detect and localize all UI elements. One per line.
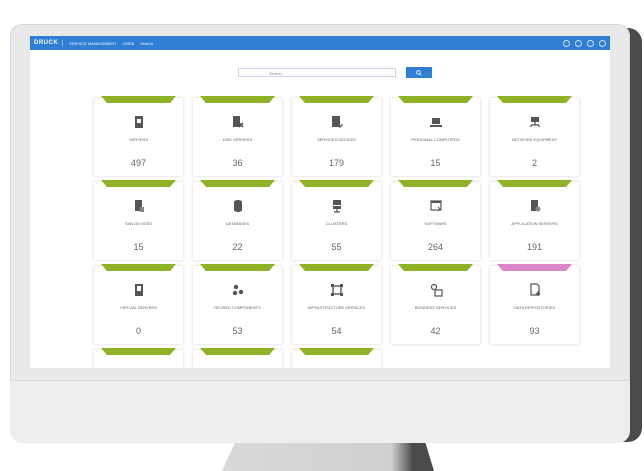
card-label: BUSINESS SERVICES xyxy=(414,305,457,310)
asset-card[interactable]: DISK SERVERS 36 xyxy=(193,96,282,176)
asset-card-partial[interactable] xyxy=(292,348,381,368)
card-ribbon xyxy=(398,180,473,187)
card-ribbon xyxy=(200,96,275,103)
server-edit-icon xyxy=(292,115,381,129)
card-count: 497 xyxy=(130,158,147,168)
card-label: DATABASES xyxy=(225,221,250,226)
card-count: 179 xyxy=(328,158,345,168)
asset-card[interactable]: SERVICES DEVICES 179 xyxy=(292,96,381,176)
search-icon xyxy=(416,69,422,76)
asset-card[interactable]: SAN DEVICES 15 xyxy=(94,180,183,260)
card-label: SAN DEVICES xyxy=(125,221,152,226)
card-count: 55 xyxy=(331,242,342,252)
app-logo[interactable]: DRUCK xyxy=(34,40,64,46)
asset-card[interactable]: CLUSTERS 55 xyxy=(292,180,381,260)
business-services-icon xyxy=(391,283,480,297)
search-bar: Search xyxy=(60,67,610,78)
database-icon xyxy=(193,199,282,213)
network-equipment-icon xyxy=(490,115,579,129)
card-label: DATA REPOSITORIES xyxy=(514,305,555,310)
card-label: VIRTUAL SERVERS xyxy=(120,305,157,310)
asset-card[interactable]: NETWORK EQUIPMENT 2 xyxy=(490,96,579,176)
screen: DRUCK SERVICE MANAGEMENT CMDB Search Sea… xyxy=(30,36,610,368)
infrastructure-icon xyxy=(292,283,381,297)
card-ribbon xyxy=(497,180,572,187)
card-ribbon xyxy=(299,348,374,355)
card-label: SERVERS xyxy=(128,137,149,142)
help-icon[interactable] xyxy=(587,39,594,47)
software-window-icon xyxy=(391,199,480,213)
card-label: REUSED COMPONENTS xyxy=(214,305,261,310)
card-ribbon xyxy=(101,348,176,355)
asset-card-partial[interactable] xyxy=(193,348,282,368)
virtual-server-icon xyxy=(94,283,183,297)
document-download-icon xyxy=(490,283,579,297)
toolbar-icons xyxy=(563,39,606,47)
asset-card[interactable]: INFRASTRUCTURE SERVICES 54 xyxy=(292,264,381,344)
card-count: 22 xyxy=(232,242,243,252)
card-ribbon xyxy=(299,96,374,103)
card-ribbon xyxy=(200,348,275,355)
card-ribbon xyxy=(200,264,275,271)
card-ribbon xyxy=(101,264,176,271)
card-count: 42 xyxy=(430,326,441,336)
card-count: 53 xyxy=(232,326,243,336)
card-count: 15 xyxy=(430,158,441,168)
asset-card[interactable]: REUSED COMPONENTS 53 xyxy=(193,264,282,344)
card-label: APPLICATION SERVERS xyxy=(511,221,558,226)
document-server-icon xyxy=(94,199,183,213)
card-label: DISK SERVERS xyxy=(222,137,253,142)
asset-card[interactable]: VIRTUAL SERVERS 0 xyxy=(94,264,183,344)
asset-card-partial[interactable] xyxy=(94,348,183,368)
card-ribbon xyxy=(101,180,176,187)
asset-card[interactable]: BUSINESS SERVICES 42 xyxy=(391,264,480,344)
laptop-icon xyxy=(391,115,480,129)
notification-icon[interactable] xyxy=(563,39,570,47)
top-bar: DRUCK SERVICE MANAGEMENT CMDB Search xyxy=(30,36,610,50)
asset-card[interactable]: APPLICATION SERVERS 191 xyxy=(490,180,579,260)
decommissioned-server-icon xyxy=(193,115,282,129)
card-count: 191 xyxy=(526,242,543,252)
card-label: SOFTWARE xyxy=(424,221,447,226)
nav-search[interactable]: Search xyxy=(140,41,153,46)
card-label: SERVICES DEVICES xyxy=(317,137,356,142)
card-label: NETWORK EQUIPMENT xyxy=(511,137,558,142)
search-button[interactable] xyxy=(406,67,432,78)
application-server-icon xyxy=(490,199,579,213)
card-ribbon xyxy=(497,96,572,103)
server-icon xyxy=(94,115,183,129)
user-icon[interactable] xyxy=(599,39,606,47)
asset-card[interactable]: PERSONAL COMPUTERS 15 xyxy=(391,96,480,176)
card-ribbon xyxy=(101,96,176,103)
card-ribbon xyxy=(398,96,473,103)
card-count: 264 xyxy=(427,242,444,252)
monitor-stand xyxy=(222,443,434,471)
settings-icon[interactable] xyxy=(575,39,582,47)
card-count: 0 xyxy=(135,326,141,336)
components-icon xyxy=(193,283,282,297)
nav-cmdb[interactable]: CMDB xyxy=(122,41,134,46)
card-count: 93 xyxy=(529,326,540,336)
search-input[interactable]: Search xyxy=(238,68,396,77)
asset-card[interactable]: SERVERS 497 xyxy=(94,96,183,176)
card-count: 36 xyxy=(232,158,243,168)
asset-card[interactable]: DATA REPOSITORIES 93 xyxy=(490,264,579,344)
card-ribbon xyxy=(299,180,374,187)
card-ribbon xyxy=(200,180,275,187)
card-count: 15 xyxy=(133,242,144,252)
card-label: INFRASTRUCTURE SERVICES xyxy=(307,305,366,310)
card-ribbon xyxy=(497,264,572,271)
cluster-icon xyxy=(292,199,381,213)
card-grid: SERVERS 497 DISK SERVERS 36 SERVICES DEVICES… xyxy=(94,96,579,368)
asset-card[interactable]: DATABASES 22 xyxy=(193,180,282,260)
card-count: 54 xyxy=(331,326,342,336)
card-ribbon xyxy=(398,264,473,271)
card-ribbon xyxy=(299,264,374,271)
card-label: PERSONAL COMPUTERS xyxy=(411,137,460,142)
app-title[interactable]: SERVICE MANAGEMENT xyxy=(69,41,116,46)
asset-card[interactable]: SOFTWARE 264 xyxy=(391,180,480,260)
card-count: 2 xyxy=(531,158,537,168)
card-label: CLUSTERS xyxy=(325,221,348,226)
monitor-chin xyxy=(10,380,630,443)
